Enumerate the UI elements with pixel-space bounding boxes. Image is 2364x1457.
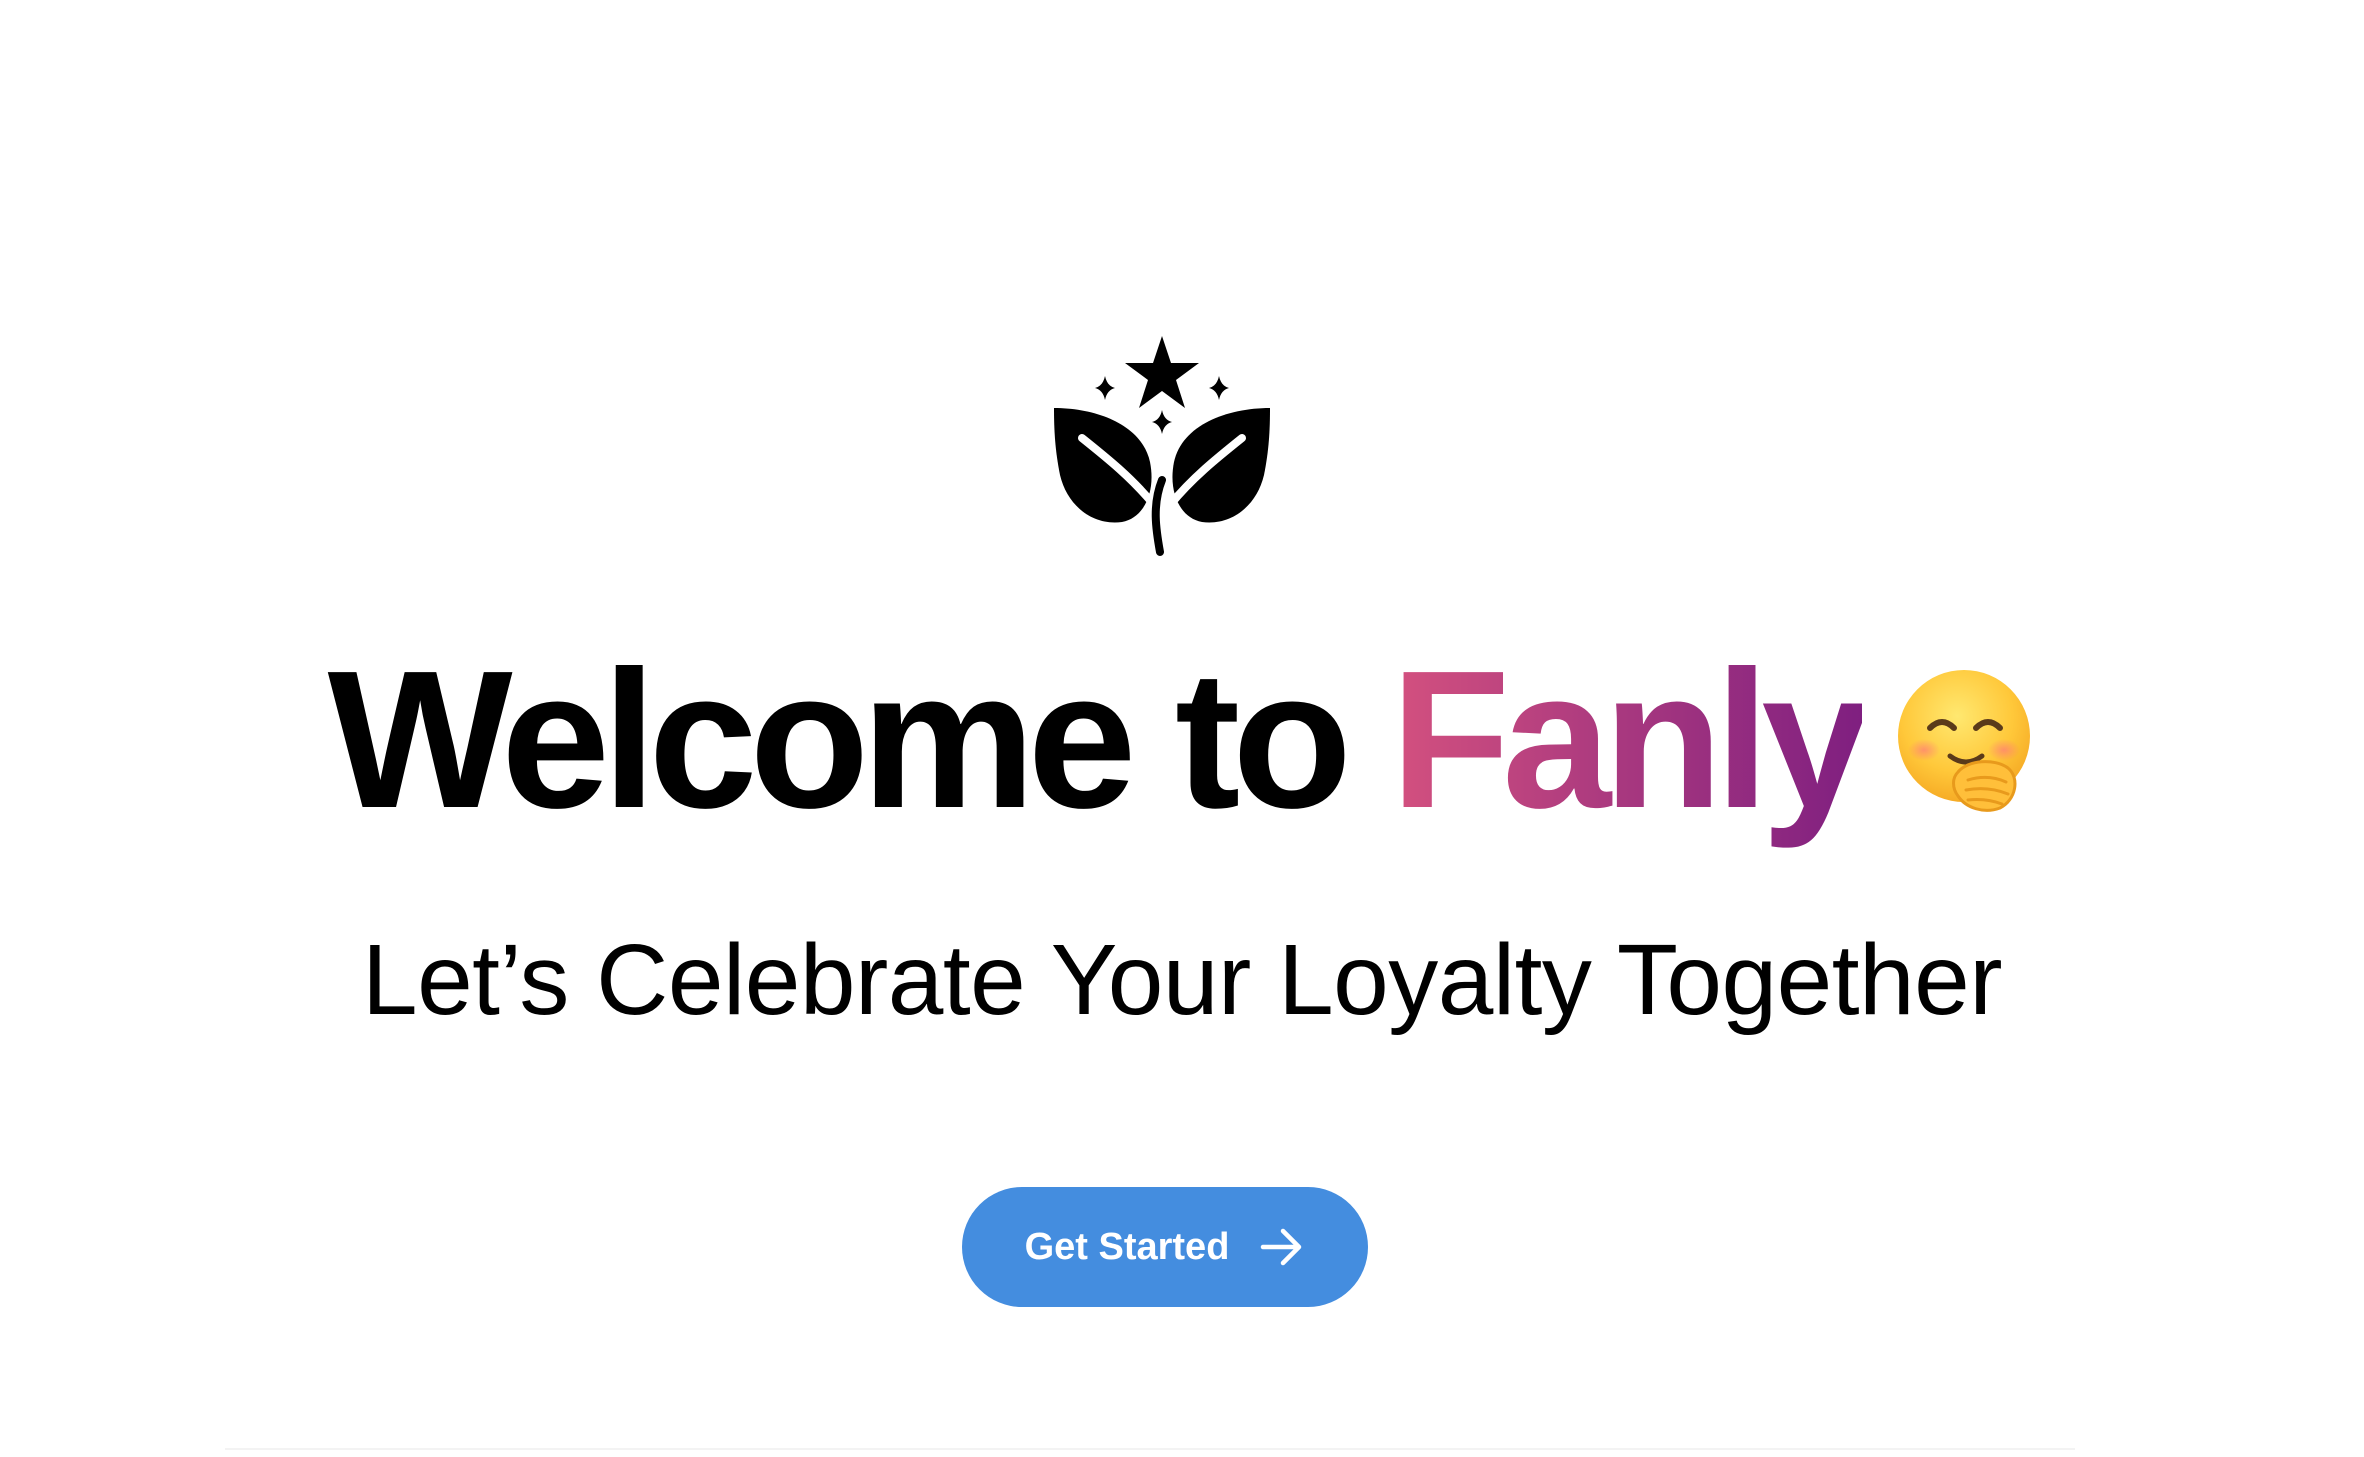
smiling-face-hand-over-mouth-icon: [1898, 670, 2031, 812]
leaves-star-icon: [1054, 336, 1270, 560]
welcome-headline: Welcome to Fanly: [0, 640, 2364, 840]
subtitle: Let’s Celebrate Your Loyalty Together: [361, 924, 2003, 1036]
welcome-page: Welcome to Fanly Let’s Celebrate Your Lo…: [0, 0, 2364, 1457]
bottom-divider: [225, 1448, 2075, 1450]
get-started-label: Get Started: [1024, 1225, 1230, 1268]
arrow-right-icon: [1261, 1228, 1302, 1266]
get-started-button[interactable]: Get Started: [962, 1187, 1368, 1307]
brand-name: Fanly: [1390, 630, 1870, 849]
headline-prefix: Welcome to: [327, 630, 1391, 849]
